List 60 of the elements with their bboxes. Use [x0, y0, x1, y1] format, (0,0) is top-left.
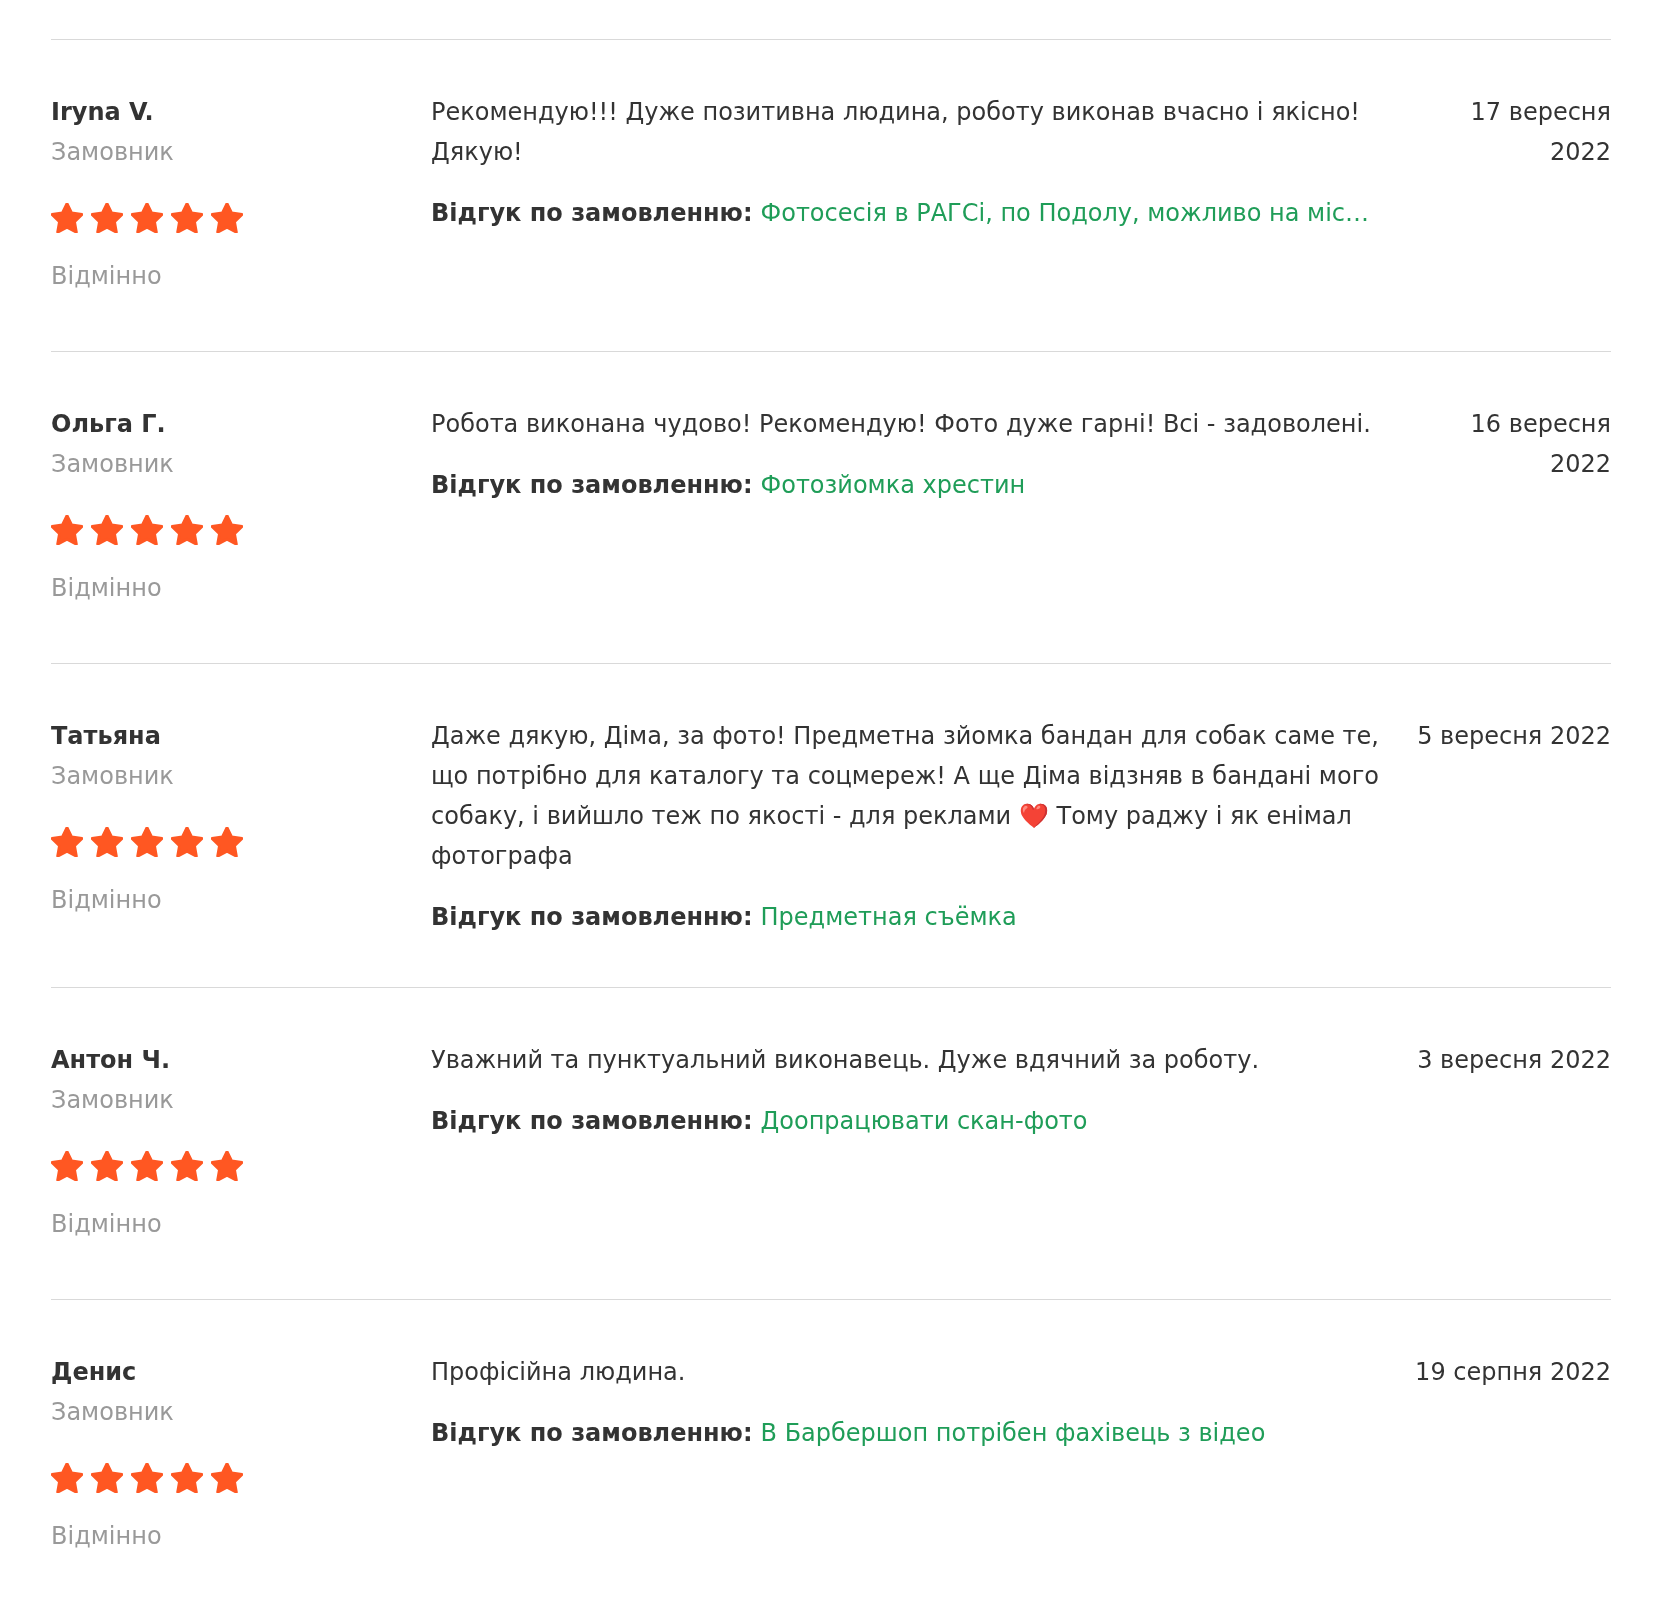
- star-icon: [51, 827, 83, 857]
- star-icon: [171, 827, 203, 857]
- order-label: Відгук по замовленню:: [431, 1419, 753, 1447]
- star-icon: [131, 827, 163, 857]
- rating-label: Відмінно: [51, 885, 163, 916]
- star-icon: [171, 1463, 203, 1493]
- star-icon: [51, 1463, 83, 1493]
- review-text: Рекомендую!!! Дуже позитивна людина, роботу виконав вчасно і якісно! Дякую!: [431, 97, 1361, 168]
- star-icon: [131, 203, 163, 233]
- reviewer-name: Татьяна: [51, 721, 162, 752]
- order-label: Відгук по замовленню:: [431, 903, 753, 931]
- role-label: Замовник: [51, 1085, 175, 1116]
- review-text: Робота виконана чудово! Рекомендую! Фото дуже гарні! Всі - задоволені.: [431, 409, 1372, 440]
- rating-label: Відмінно: [51, 573, 163, 604]
- star-icon: [51, 515, 83, 545]
- star-icon: [211, 203, 243, 233]
- star-icon: [211, 515, 243, 545]
- star-icon: [131, 1151, 163, 1181]
- review-date: 5 вересня 2022: [1416, 721, 1611, 752]
- role-label: Замовник: [51, 449, 175, 480]
- star-icon: [211, 1151, 243, 1181]
- order-link[interactable]: В Барбершоп потрібен фахівець з відео: [760, 1419, 1266, 1447]
- reviewer-name: Денис: [51, 1357, 138, 1388]
- order-link[interactable]: Доопрацювати скан-фото: [760, 1107, 1088, 1135]
- rating-label: Відмінно: [51, 1521, 163, 1552]
- star-icon: [171, 515, 203, 545]
- star-icon: [131, 515, 163, 545]
- rating-label: Відмінно: [51, 1209, 163, 1240]
- star-icon: [171, 1151, 203, 1181]
- star-icon: [91, 1151, 123, 1181]
- review-date: 3 вересня 2022: [1416, 1045, 1611, 1076]
- role-label: Замовник: [51, 761, 175, 792]
- role-label: Замовник: [51, 137, 175, 168]
- review-text: Уважний та пунктуальний виконавець. Дуже вдячний за роботу.: [431, 1045, 1261, 1076]
- review-date: 17 вересня 2022: [1469, 97, 1611, 168]
- order-label: Відгук по замовленню:: [431, 199, 753, 227]
- star-icon: [211, 1463, 243, 1493]
- role-label: Замовник: [51, 1397, 175, 1428]
- review-text: Профісійна людина.: [431, 1357, 687, 1388]
- star-icon: [91, 515, 123, 545]
- reviewer-name: Антон Ч.: [51, 1045, 171, 1076]
- order-label: Відгук по замовленню:: [431, 1107, 753, 1135]
- star-icon: [51, 1151, 83, 1181]
- reviewer-name: Ольга Г.: [51, 409, 167, 440]
- order-link[interactable]: Фотозйомка хрестин: [760, 471, 1026, 499]
- order-link[interactable]: Предметная съёмка: [760, 903, 1017, 931]
- star-icon: [91, 827, 123, 857]
- review-date: 19 серпня 2022: [1414, 1357, 1611, 1388]
- star-icon: [171, 203, 203, 233]
- rating-label: Відмінно: [51, 261, 163, 292]
- review-date: 16 вересня 2022: [1469, 409, 1611, 480]
- order-link[interactable]: Фотосесія в РАГСі, по Подолу, можливо на міс…: [760, 199, 1370, 227]
- reviewer-name: Iryna V.: [51, 97, 155, 128]
- star-icon: [91, 1463, 123, 1493]
- star-icon: [211, 827, 243, 857]
- star-icon: [51, 203, 83, 233]
- star-icon: [131, 1463, 163, 1493]
- order-label: Відгук по замовленню:: [431, 471, 753, 499]
- review-text: Даже дякую, Діма, за фото! Предметна зйомка бандан для собак саме те, що потрібно для каталогу та соцмереж! А ще Діма відзняв в бандані мого собаку, і вийшло теж по якості - для реклами ❤ Тому раджу і як енімал фотографа: [431, 721, 1380, 872]
- star-icon: [91, 203, 123, 233]
